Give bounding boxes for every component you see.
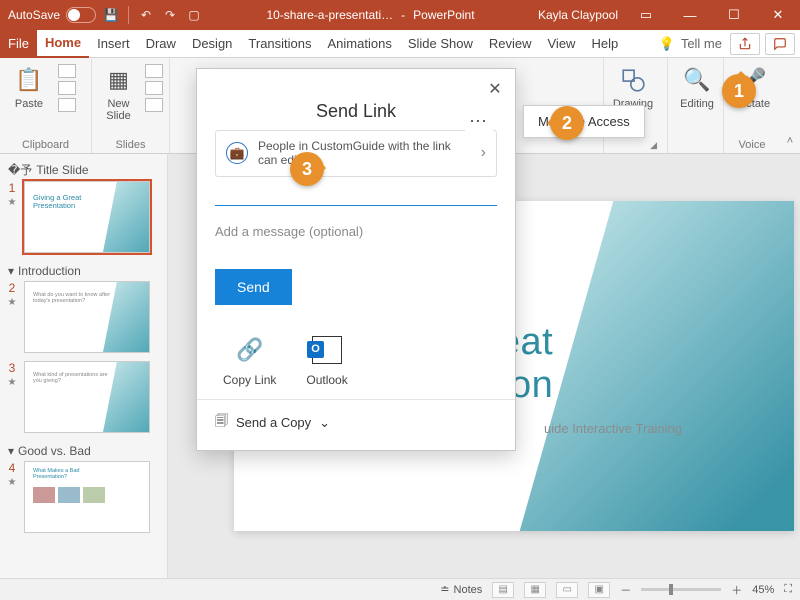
tab-animations[interactable]: Animations (320, 30, 400, 58)
notes-button[interactable]: ≐ Notes (440, 583, 482, 596)
user-name[interactable]: Kayla Claypool (538, 8, 624, 22)
chevron-right-icon: › (481, 144, 486, 162)
slide-subtitle: uide Interactive Training (544, 421, 682, 436)
tab-transitions[interactable]: Transitions (240, 30, 319, 58)
collapse-ribbon-icon[interactable]: ˄ (780, 58, 800, 153)
animation-star-icon: ★ (8, 197, 17, 208)
message-input[interactable]: Add a message (optional) (215, 224, 497, 239)
callout-1: 1 (722, 74, 756, 108)
animation-star-icon: ★ (8, 477, 17, 488)
zoom-out-icon[interactable]: － (620, 582, 631, 598)
title-bar: AutoSave 💾 ↶ ↷ ▢ 10-share-a-presentati… … (0, 0, 800, 30)
tab-file[interactable]: File (0, 30, 37, 58)
zoom-level[interactable]: 45% (752, 584, 774, 596)
slideshow-view-icon[interactable]: ▣ (588, 582, 610, 598)
animation-star-icon: ★ (8, 377, 17, 388)
sorter-view-icon[interactable]: ▦ (524, 582, 546, 598)
slide-thumbnail[interactable]: What do you want to know after today's p… (24, 281, 150, 353)
zoom-in-icon[interactable]: ＋ (731, 582, 742, 598)
reading-view-icon[interactable]: ▭ (556, 582, 578, 598)
tell-me-search[interactable]: 💡 Tell me (651, 30, 730, 58)
tab-insert[interactable]: Insert (89, 30, 138, 58)
link-icon: 🔗 (233, 333, 267, 367)
page-icon: 🗐 (215, 412, 228, 434)
comments-button[interactable] (765, 33, 795, 55)
animation-star-icon: ★ (8, 297, 17, 308)
send-button[interactable]: Send (215, 269, 292, 305)
ribbon-options-icon[interactable]: ▭ (624, 0, 668, 30)
close-icon[interactable]: ✕ (483, 77, 507, 101)
section-icon[interactable] (145, 98, 163, 112)
section-header[interactable]: ▾ Good vs. Bad (4, 441, 163, 461)
document-title: 10-share-a-presentati… (266, 8, 393, 22)
undo-icon[interactable]: ↶ (137, 6, 155, 24)
fit-to-window-icon[interactable]: ⛶ (784, 583, 792, 596)
ribbon-tabs: File Home Insert Draw Design Transitions… (0, 30, 800, 58)
group-voice-label: Voice (730, 139, 774, 151)
reset-icon[interactable] (145, 81, 163, 95)
group-clipboard-label: Clipboard (6, 139, 85, 151)
shapes-icon (617, 64, 649, 96)
drawing-launcher-icon[interactable]: ◢ (610, 140, 661, 151)
drawing-button[interactable]: Drawing (610, 62, 656, 110)
recipients-input[interactable] (215, 205, 497, 206)
start-slideshow-icon[interactable]: ▢ (185, 6, 203, 24)
section-header[interactable]: ▾ Introduction (4, 261, 163, 281)
new-slide-button[interactable]: ▦ New Slide (98, 62, 139, 122)
normal-view-icon[interactable]: ▤ (492, 582, 514, 598)
tab-home[interactable]: Home (37, 30, 89, 58)
section-header[interactable]: �予 Title Slide (4, 158, 163, 181)
minimize-icon[interactable]: — (668, 0, 712, 30)
slide-thumbnail[interactable]: Giving a Great Presentation (24, 181, 150, 253)
format-painter-icon[interactable] (58, 98, 76, 112)
layout-icon[interactable] (145, 64, 163, 78)
redo-icon[interactable]: ↷ (161, 6, 179, 24)
tab-view[interactable]: View (540, 30, 584, 58)
maximize-icon[interactable]: ☐ (712, 0, 756, 30)
save-icon[interactable]: 💾 (102, 6, 120, 24)
tab-design[interactable]: Design (184, 30, 240, 58)
briefcase-icon: 💼 (226, 142, 248, 164)
copy-icon[interactable] (58, 81, 76, 95)
outlook-icon (310, 333, 344, 367)
tab-help[interactable]: Help (583, 30, 626, 58)
slide-thumbnail[interactable]: What kind of presentations are you givin… (24, 361, 150, 433)
share-button[interactable] (730, 33, 760, 55)
send-a-copy-button[interactable]: 🗐 Send a Copy ⌄ (215, 408, 497, 438)
callout-3: 3 (290, 152, 324, 186)
outlook-button[interactable]: Outlook (306, 333, 347, 387)
paste-button[interactable]: 📋 Paste (6, 62, 52, 110)
slide-thumbnails-pane[interactable]: �予 Title Slide 1★ Giving a Great Present… (0, 154, 168, 578)
new-slide-icon: ▦ (103, 64, 135, 96)
cut-icon[interactable] (58, 64, 76, 78)
tab-slideshow[interactable]: Slide Show (400, 30, 481, 58)
autosave-toggle[interactable] (66, 7, 96, 23)
group-slides-label: Slides (98, 139, 163, 151)
status-bar: ≐ Notes ▤ ▦ ▭ ▣ － ＋ 45% ⛶ (0, 578, 800, 600)
tab-review[interactable]: Review (481, 30, 540, 58)
clipboard-icon: 📋 (13, 64, 45, 96)
find-icon: 🔍 (681, 64, 713, 96)
callout-2: 2 (550, 106, 584, 140)
link-settings-button[interactable]: 💼 People in CustomGuide with the link ca… (215, 130, 497, 177)
tab-draw[interactable]: Draw (138, 30, 184, 58)
more-options-icon[interactable]: ⋯ (465, 111, 493, 132)
copy-link-button[interactable]: 🔗 Copy Link (223, 333, 276, 387)
share-dialog-title: Send Link (215, 101, 497, 122)
zoom-slider[interactable] (641, 588, 721, 591)
slide-thumbnail[interactable]: What Makes a Bad Presentation? (24, 461, 150, 533)
chevron-down-icon: ⌄ (319, 415, 330, 431)
share-dialog: ✕ Send Link ⋯ Manage Access 💼 People in … (196, 68, 516, 451)
app-name: PowerPoint (413, 8, 474, 22)
editing-button[interactable]: 🔍 Editing (674, 62, 720, 110)
autosave-label: AutoSave (8, 8, 60, 22)
lightbulb-icon: 💡 (659, 36, 675, 52)
close-window-icon[interactable]: ✕ (756, 0, 800, 30)
